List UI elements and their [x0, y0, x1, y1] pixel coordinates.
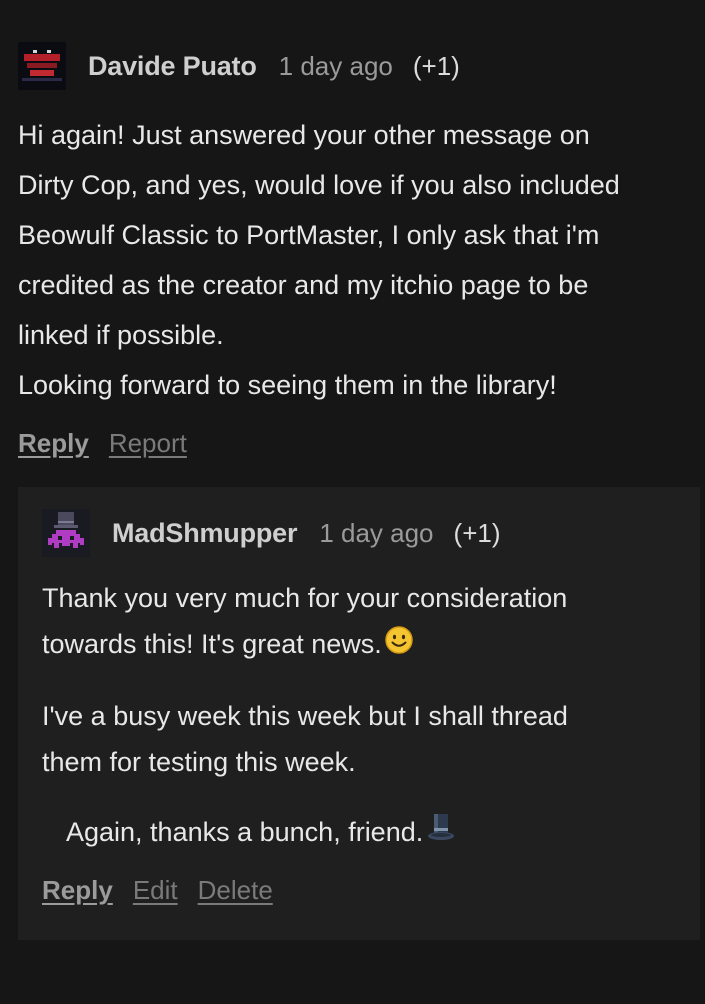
reply-actions: Reply Edit Delete: [42, 875, 682, 906]
reply-paragraph: Thank you very much for your considerati…: [42, 575, 682, 669]
comment-body: Hi again! Just answered your other messa…: [18, 110, 688, 410]
reply-author-link[interactable]: MadShmupper: [112, 518, 298, 549]
report-link[interactable]: Report: [109, 428, 187, 459]
reply-line: I've a busy week this week but I shall t…: [42, 700, 568, 731]
comment-header: Davide Puato 1 day ago (+1): [18, 40, 688, 92]
reply-timestamp: 1 day ago: [319, 517, 434, 548]
reply-line: Thank you very much for your considerati…: [42, 583, 568, 613]
comment-line: Dirty Cop, and yes, would love if you al…: [18, 170, 620, 200]
edit-link[interactable]: Edit: [133, 875, 178, 906]
smiley-face-icon: [384, 623, 414, 669]
game-logo-avatar[interactable]: [18, 42, 66, 90]
comment-actions: Reply Report: [18, 428, 688, 459]
comment-line: Looking forward to seeing them in the li…: [18, 370, 557, 400]
comment: Davide Puato 1 day ago (+1) Hi again! Ju…: [18, 40, 688, 459]
reply-paragraph: Again, thanks a bunch, friend.: [42, 809, 682, 857]
comment-line: Hi again! Just answered your other messa…: [18, 120, 590, 150]
top-hat-icon: [425, 811, 457, 857]
comment-vote-count: (+1): [412, 50, 460, 81]
comment-line: credited as the creator and my itchio pa…: [18, 270, 589, 300]
reply-vote-count: (+1): [453, 517, 501, 548]
reply-line: Again, thanks a bunch, friend.: [66, 816, 424, 847]
reply-comment-content: MadShmupper 1 day ago (+1) Thank you ver…: [42, 507, 682, 906]
reply-line: them for testing this week.: [42, 746, 356, 777]
comment-line: linked if possible.: [18, 320, 224, 350]
delete-link[interactable]: Delete: [198, 875, 273, 906]
reply-line: towards this! It's great news.: [42, 629, 382, 659]
reply-link[interactable]: Reply: [42, 875, 113, 906]
comment-author-link[interactable]: Davide Puato: [88, 51, 257, 82]
comment-timestamp: 1 day ago: [278, 50, 393, 81]
comment-thread: Davide Puato 1 day ago (+1) Hi again! Ju…: [0, 0, 705, 1004]
reply-link[interactable]: Reply: [18, 428, 89, 459]
reply-header: MadShmupper 1 day ago (+1): [42, 507, 682, 559]
pixel-invader-top-hat-avatar[interactable]: [42, 509, 90, 557]
reply-body: Thank you very much for your considerati…: [42, 575, 682, 857]
comment-line: Beowulf Classic to PortMaster, I only as…: [18, 220, 600, 250]
reply-comment: MadShmupper 1 day ago (+1) Thank you ver…: [18, 487, 700, 940]
reply-paragraph: I've a busy week this week but I shall t…: [42, 693, 682, 785]
